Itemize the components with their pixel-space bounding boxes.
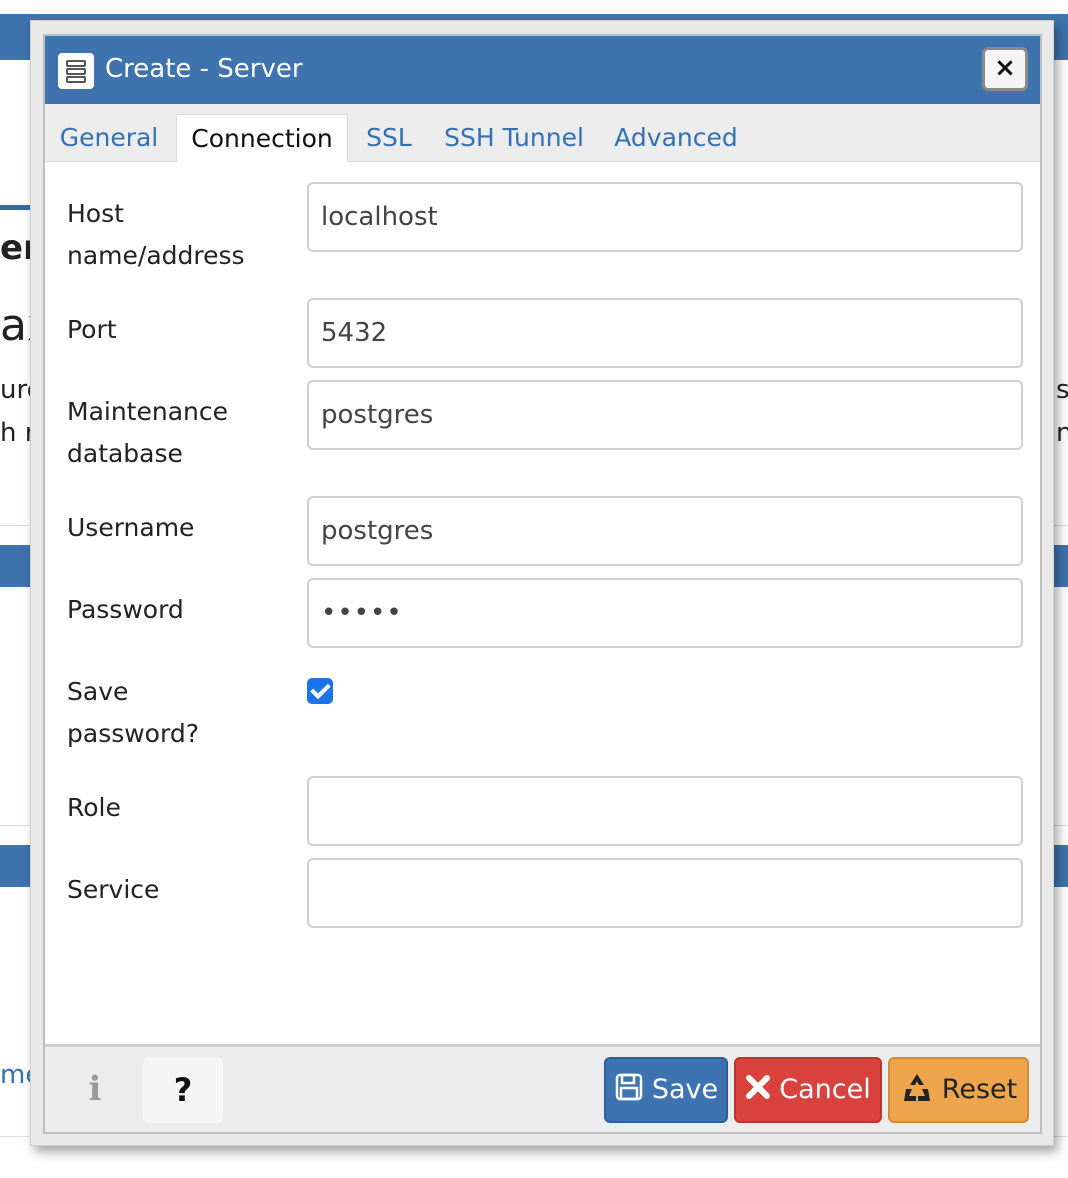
close-button[interactable]: × <box>982 47 1028 91</box>
tab-advanced[interactable]: Advanced <box>611 114 741 162</box>
save-button-label: Save <box>651 1074 719 1105</box>
username-input[interactable] <box>307 496 1023 566</box>
background-text: s <box>1056 375 1068 405</box>
dialog-footer: i ? Save Cancel Reset <box>45 1044 1040 1132</box>
port-input[interactable] <box>307 298 1023 368</box>
help-icon: ? <box>173 1071 193 1109</box>
host-input[interactable] <box>307 182 1023 252</box>
help-button[interactable]: ? <box>143 1057 223 1123</box>
host-label: Host name/address <box>67 193 245 277</box>
tab-ssl[interactable]: SSL <box>359 114 419 162</box>
floppy-disk-icon <box>614 1072 644 1108</box>
info-icon: i <box>88 1069 102 1109</box>
background-text: n <box>1056 418 1068 448</box>
username-label: Username <box>67 513 195 542</box>
service-label: Service <box>67 875 160 904</box>
dialog-title: Create - Server <box>105 54 303 84</box>
recycle-icon <box>900 1071 934 1109</box>
port-label: Port <box>67 315 117 344</box>
info-button[interactable]: i <box>75 1067 115 1111</box>
role-input[interactable] <box>307 776 1023 846</box>
maintenance-db-label: Maintenance database <box>67 391 228 475</box>
host-label-line1: Host <box>67 199 124 228</box>
reset-button-label: Reset <box>941 1074 1018 1105</box>
tab-bar: General Connection SSL SSH Tunnel Advanc… <box>45 104 1040 162</box>
close-icon: × <box>994 53 1016 83</box>
tab-general[interactable]: General <box>53 114 165 162</box>
role-label: Role <box>67 793 121 822</box>
tab-connection[interactable]: Connection <box>176 114 348 162</box>
password-label: Password <box>67 595 184 624</box>
cancel-button-label: Cancel <box>779 1074 871 1105</box>
reset-button[interactable]: Reset <box>888 1057 1029 1123</box>
cancel-button[interactable]: Cancel <box>734 1057 882 1123</box>
service-input[interactable] <box>307 858 1023 928</box>
server-icon <box>58 53 94 89</box>
dialog-titlebar[interactable]: Create - Server × <box>45 36 1040 104</box>
maintenance-db-input[interactable] <box>307 380 1023 450</box>
maintenance-db-label-line2: database <box>67 439 183 468</box>
tab-ssh-tunnel[interactable]: SSH Tunnel <box>437 114 591 162</box>
host-label-line2: name/address <box>67 241 245 270</box>
create-server-dialog: Create - Server × General Connection SSL… <box>43 34 1042 1134</box>
maintenance-db-label-line1: Maintenance <box>67 397 228 426</box>
x-icon <box>745 1074 771 1106</box>
save-password-label-line2: password? <box>67 719 199 748</box>
save-password-checkbox[interactable] <box>307 678 333 704</box>
save-button[interactable]: Save <box>604 1057 728 1123</box>
password-input[interactable] <box>307 578 1023 648</box>
save-password-label: Save password? <box>67 671 199 755</box>
save-password-label-line1: Save <box>67 677 129 706</box>
